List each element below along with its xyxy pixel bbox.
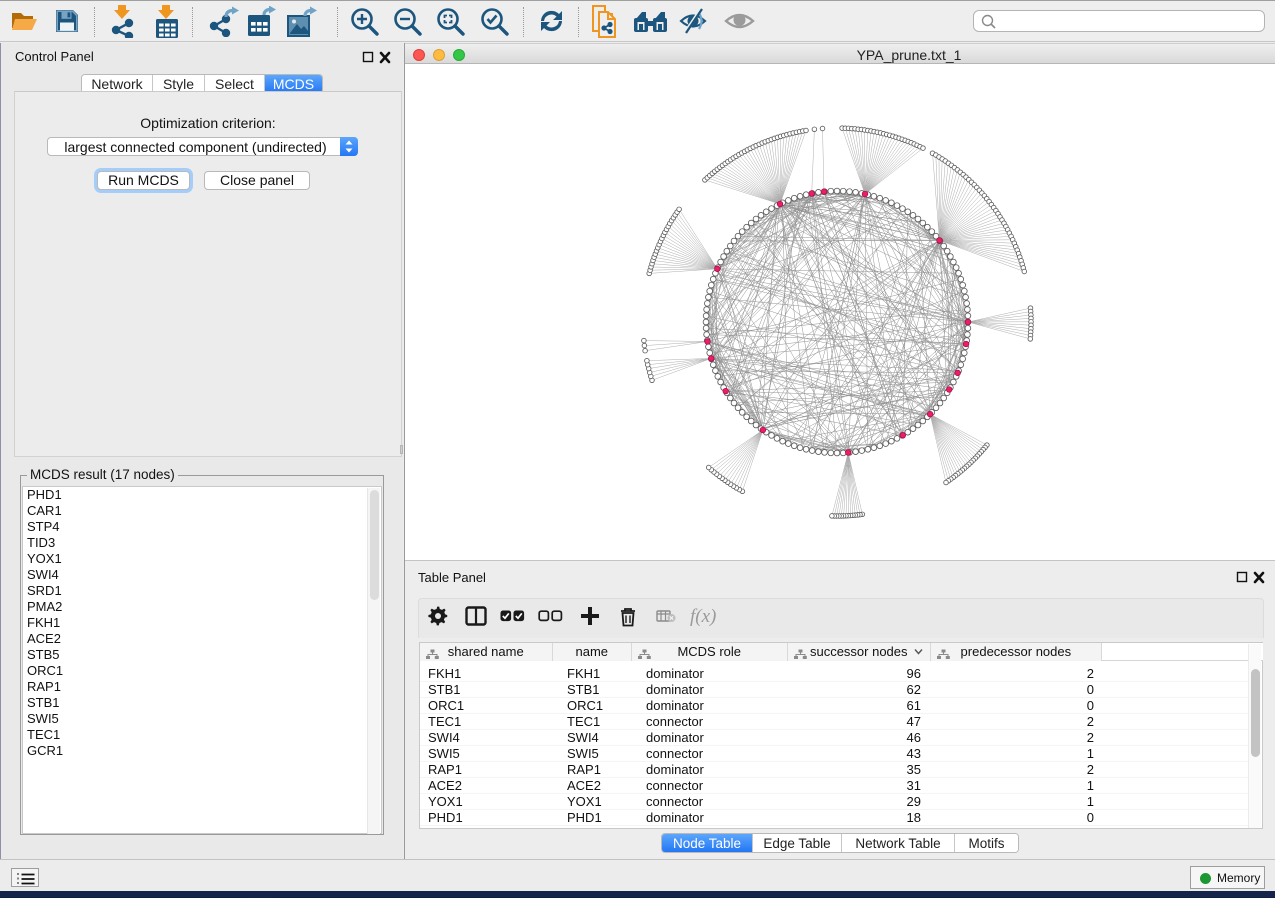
svg-text:f(x): f(x) bbox=[690, 606, 716, 627]
